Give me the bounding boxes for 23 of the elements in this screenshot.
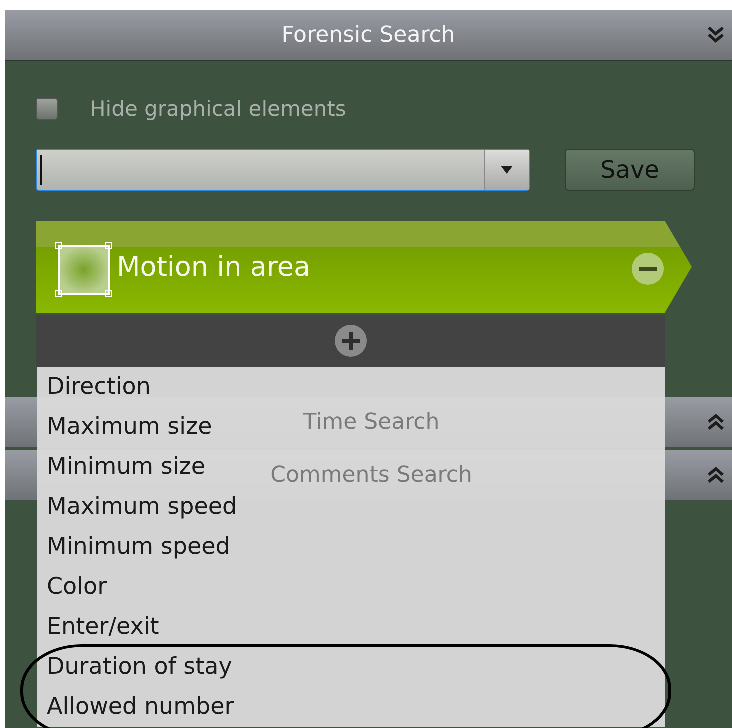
menu-item[interactable]: Minimum speed [47,527,230,567]
menu-item[interactable]: Maximum speed [47,487,238,527]
filter-title: Motion in area [117,252,311,282]
area-square-icon [55,242,113,298]
menu-item[interactable]: Maximum size [47,407,212,447]
add-condition-bar[interactable] [36,315,665,367]
dropdown-arrow-icon [501,166,513,174]
menu-item[interactable]: Direction [47,367,151,407]
expand-chevron-icon[interactable] [706,412,726,432]
menu-item[interactable]: Enter/exit [47,607,160,647]
add-plus-icon[interactable] [334,325,366,357]
expand-chevron-icon[interactable] [706,465,726,485]
menu-item[interactable]: Color [47,567,108,607]
panel-title: Forensic Search [282,22,456,48]
checkbox[interactable] [36,98,58,120]
section-title: Comments Search [270,462,472,488]
remove-minus-icon[interactable] [632,253,664,285]
menu-item[interactable]: Minimum size [47,447,206,487]
menu-item[interactable]: Allowed number [47,687,234,727]
section-title: Time Search [303,410,440,434]
collapse-chevron-icon[interactable] [706,25,726,45]
menu-item[interactable]: Duration of stay [47,647,232,687]
checkbox-label: Hide graphical elements [90,96,346,120]
